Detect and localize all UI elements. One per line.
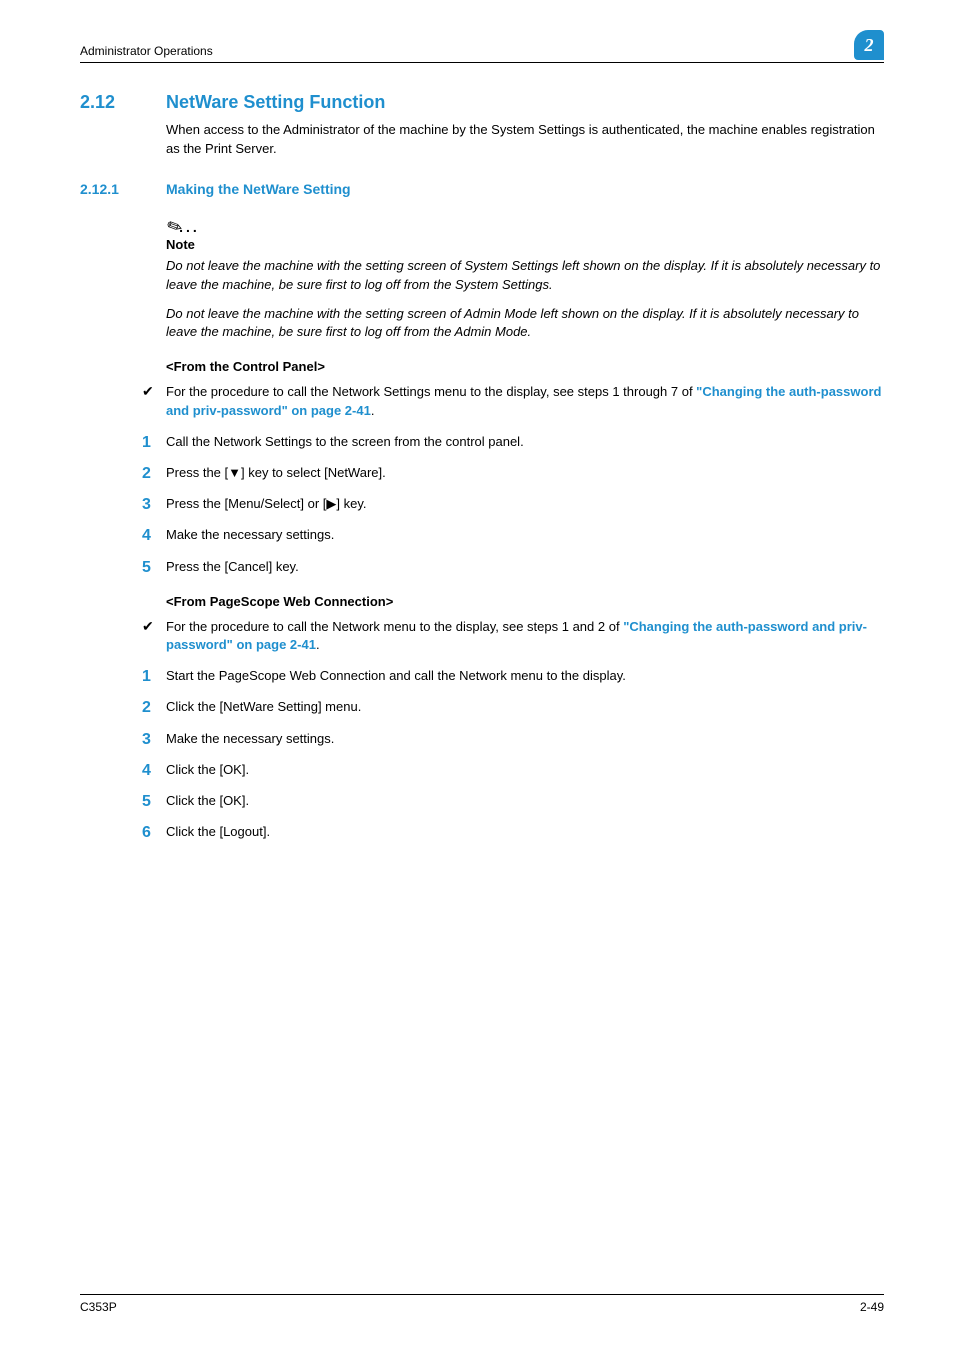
footer-right: 2-49 — [860, 1299, 884, 1316]
control-panel-note-text: For the procedure to call the Network Se… — [166, 383, 884, 421]
web-step-6: 6Click the [Logout]. — [142, 823, 884, 842]
subsection-number: 2.12.1 — [80, 179, 136, 199]
control-panel-note-row: ✔ For the procedure to call the Network … — [142, 383, 884, 421]
web-step-3: 3Make the necessary settings. — [142, 730, 884, 749]
note-heading: Note — [166, 236, 884, 255]
cp-step-5: 5Press the [Cancel] key. — [142, 558, 884, 577]
web-step-2: 2Click the [NetWare Setting] menu. — [142, 698, 884, 717]
cp-step-3: 3Press the [Menu/Select] or [▶] key. — [142, 495, 884, 514]
section-intro: When access to the Administrator of the … — [166, 121, 884, 159]
web-heading: <From PageScope Web Connection> — [166, 593, 884, 612]
check-icon: ✔ — [142, 618, 166, 635]
cp-step-4: 4Make the necessary settings. — [142, 526, 884, 545]
web-note-row: ✔ For the procedure to call the Network … — [142, 618, 884, 656]
note-paragraph-1: Do not leave the machine with the settin… — [166, 257, 884, 295]
chapter-badge: 2 — [854, 30, 884, 60]
subsection-heading: 2.12.1 Making the NetWare Setting — [80, 179, 884, 199]
control-panel-heading: <From the Control Panel> — [166, 358, 884, 377]
footer-left: C353P — [80, 1299, 117, 1316]
web-note-text: For the procedure to call the Network me… — [166, 618, 884, 656]
breadcrumb: Administrator Operations — [80, 43, 213, 60]
note-icon: ✎... — [166, 215, 884, 234]
cp-step-1: 1Call the Network Settings to the screen… — [142, 433, 884, 452]
subsection-title: Making the NetWare Setting — [166, 179, 351, 199]
section-title: NetWare Setting Function — [166, 89, 385, 115]
web-step-5: 5Click the [OK]. — [142, 792, 884, 811]
check-icon: ✔ — [142, 383, 166, 400]
note-paragraph-2: Do not leave the machine with the settin… — [166, 305, 884, 343]
cp-step-2: 2Press the [▼] key to select [NetWare]. — [142, 464, 884, 483]
section-heading: 2.12 NetWare Setting Function — [80, 89, 884, 115]
web-step-4: 4Click the [OK]. — [142, 761, 884, 780]
web-step-1: 1Start the PageScope Web Connection and … — [142, 667, 884, 686]
section-number: 2.12 — [80, 89, 136, 115]
